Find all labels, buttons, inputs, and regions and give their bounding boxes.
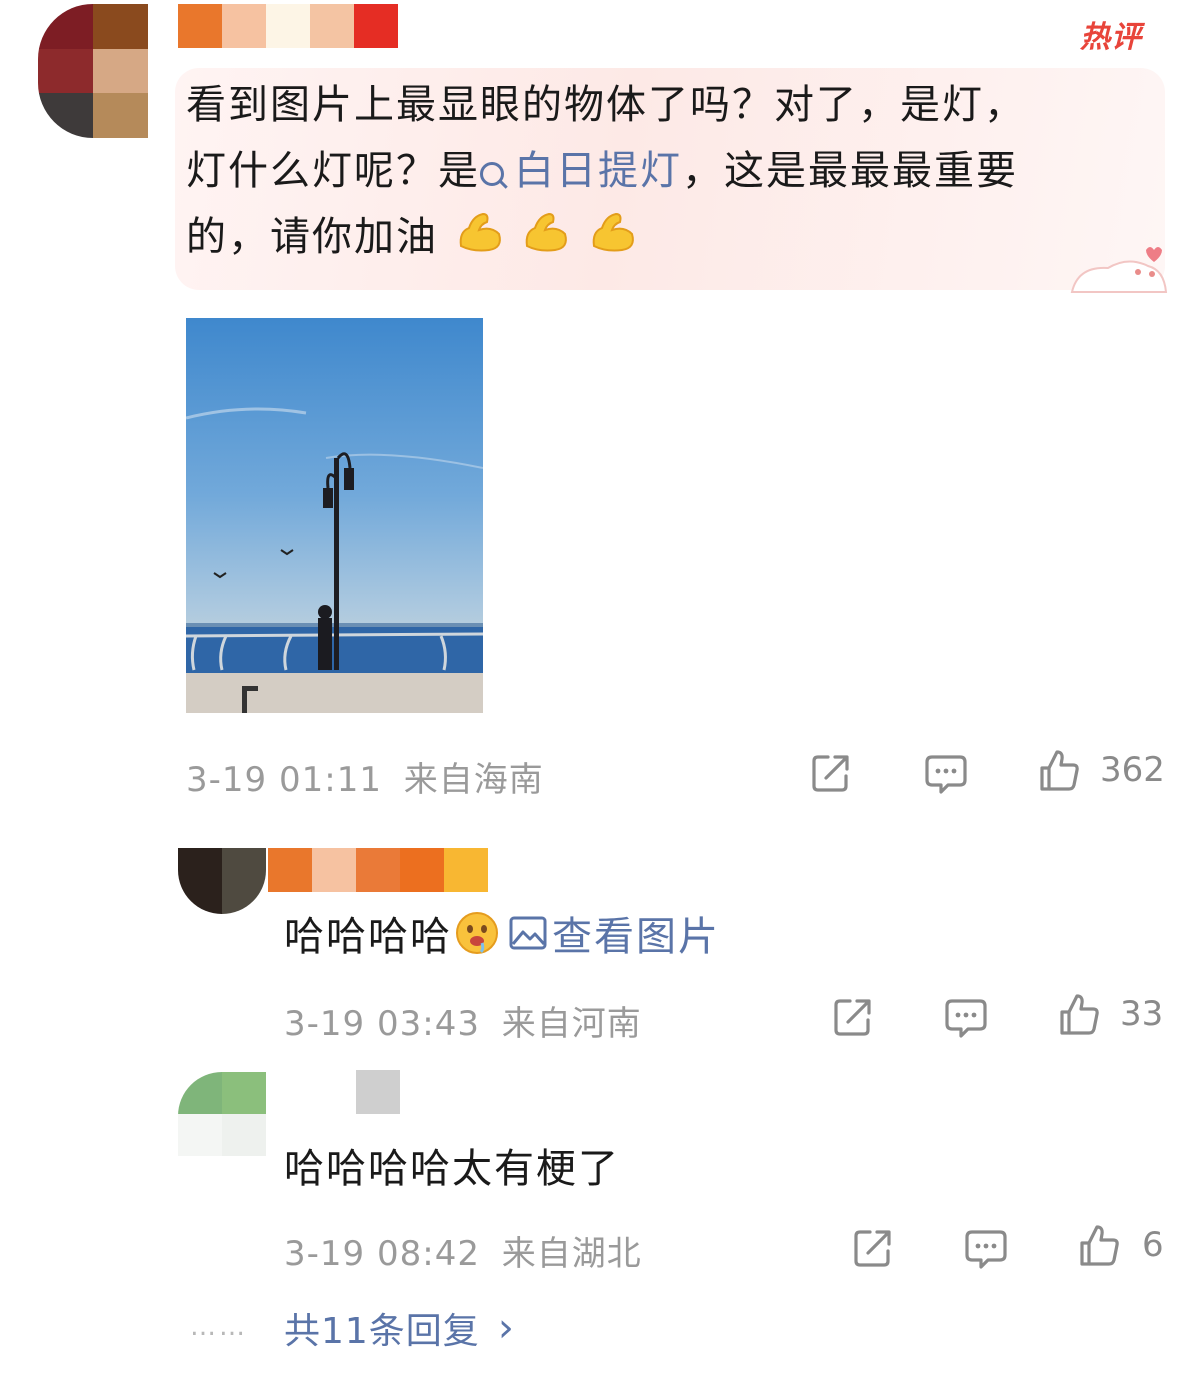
comment-icon [925, 755, 967, 794]
reply-avatar[interactable] [178, 1072, 266, 1156]
topic-label: 白日提灯 [514, 148, 682, 194]
like-count: 6 [1142, 1225, 1164, 1265]
search-icon [480, 162, 504, 186]
comment-meta: 3-19 01:11 来自海南 [186, 752, 544, 801]
share-icon [834, 999, 871, 1036]
share-button[interactable] [852, 1227, 894, 1269]
comment-icon [945, 999, 987, 1038]
thumbs-up-icon [1040, 750, 1079, 791]
topic-link[interactable]: 白日提灯 [480, 148, 682, 194]
comment-line: 的，请你加油 [186, 214, 438, 260]
flexed-biceps-icon [526, 212, 568, 252]
view-image-link[interactable]: 查看图片 [508, 904, 720, 962]
reply-divider-dots: …… [190, 1312, 248, 1342]
reply-meta: 3-19 03:43 来自河南 [284, 996, 642, 1045]
share-button[interactable] [810, 752, 852, 794]
emoji-group [438, 212, 638, 260]
comment-line: ，这是最最最重要 [682, 148, 1018, 194]
reply-avatar[interactable] [178, 848, 266, 914]
reply-username-redacted[interactable] [356, 1070, 400, 1114]
image-icon [509, 916, 547, 950]
location: 来自河南 [501, 1004, 642, 1044]
share-button[interactable] [832, 996, 874, 1038]
timestamp: 3-19 03:43 [284, 1004, 480, 1044]
view-image-label: 查看图片 [552, 914, 720, 960]
location: 来自海南 [403, 760, 544, 800]
reply-text: 哈哈哈哈 [284, 914, 452, 960]
like-button[interactable]: 33 [1058, 992, 1163, 1036]
timestamp: 3-19 01:11 [186, 760, 382, 800]
reply-meta: 3-19 08:42 来自湖北 [284, 1226, 642, 1275]
like-count: 33 [1120, 994, 1164, 1034]
like-button[interactable]: 362 [1038, 748, 1165, 792]
drooling-face-icon [456, 912, 498, 954]
more-replies-link[interactable]: 共11条回复 › [284, 1302, 515, 1354]
reply-body: 哈哈哈哈 查看图片 [284, 904, 720, 962]
more-replies-label: 共11条回复 [284, 1311, 480, 1352]
reply-text: 哈哈哈哈太有梗了 [284, 1146, 620, 1192]
timestamp: 3-19 08:42 [284, 1234, 480, 1274]
flexed-biceps-icon [592, 212, 635, 252]
like-button[interactable]: 6 [1078, 1223, 1164, 1267]
comment-button[interactable] [964, 1228, 1008, 1270]
hot-badge: 热评 [1080, 20, 1142, 55]
flexed-biceps-icon [459, 212, 501, 252]
share-icon [812, 755, 849, 792]
comment-image[interactable] [186, 318, 483, 713]
chevron-right-icon: › [497, 1305, 515, 1351]
reply-username-redacted[interactable] [268, 848, 488, 892]
lamp-post-scene [186, 407, 483, 713]
comment-line: 灯什么灯呢？是 [186, 148, 480, 194]
thumbs-up-icon [1060, 994, 1099, 1035]
share-icon [854, 1230, 891, 1267]
location: 来自湖北 [501, 1234, 642, 1274]
thumbs-up-icon [1080, 1225, 1119, 1266]
comment-body: 看到图片上最显眼的物体了吗？对了，是灯， 灯什么灯呢？是 白日提灯，这是最最最重要… [186, 72, 1146, 270]
comment-button[interactable] [924, 753, 968, 795]
like-count: 362 [1100, 750, 1165, 790]
avatar[interactable] [38, 4, 148, 138]
comment-line: 看到图片上最显眼的物体了吗？对了，是灯， [186, 82, 1026, 128]
username-redacted[interactable] [178, 4, 398, 48]
comment-icon [965, 1230, 1007, 1269]
comment-button[interactable] [944, 997, 988, 1039]
